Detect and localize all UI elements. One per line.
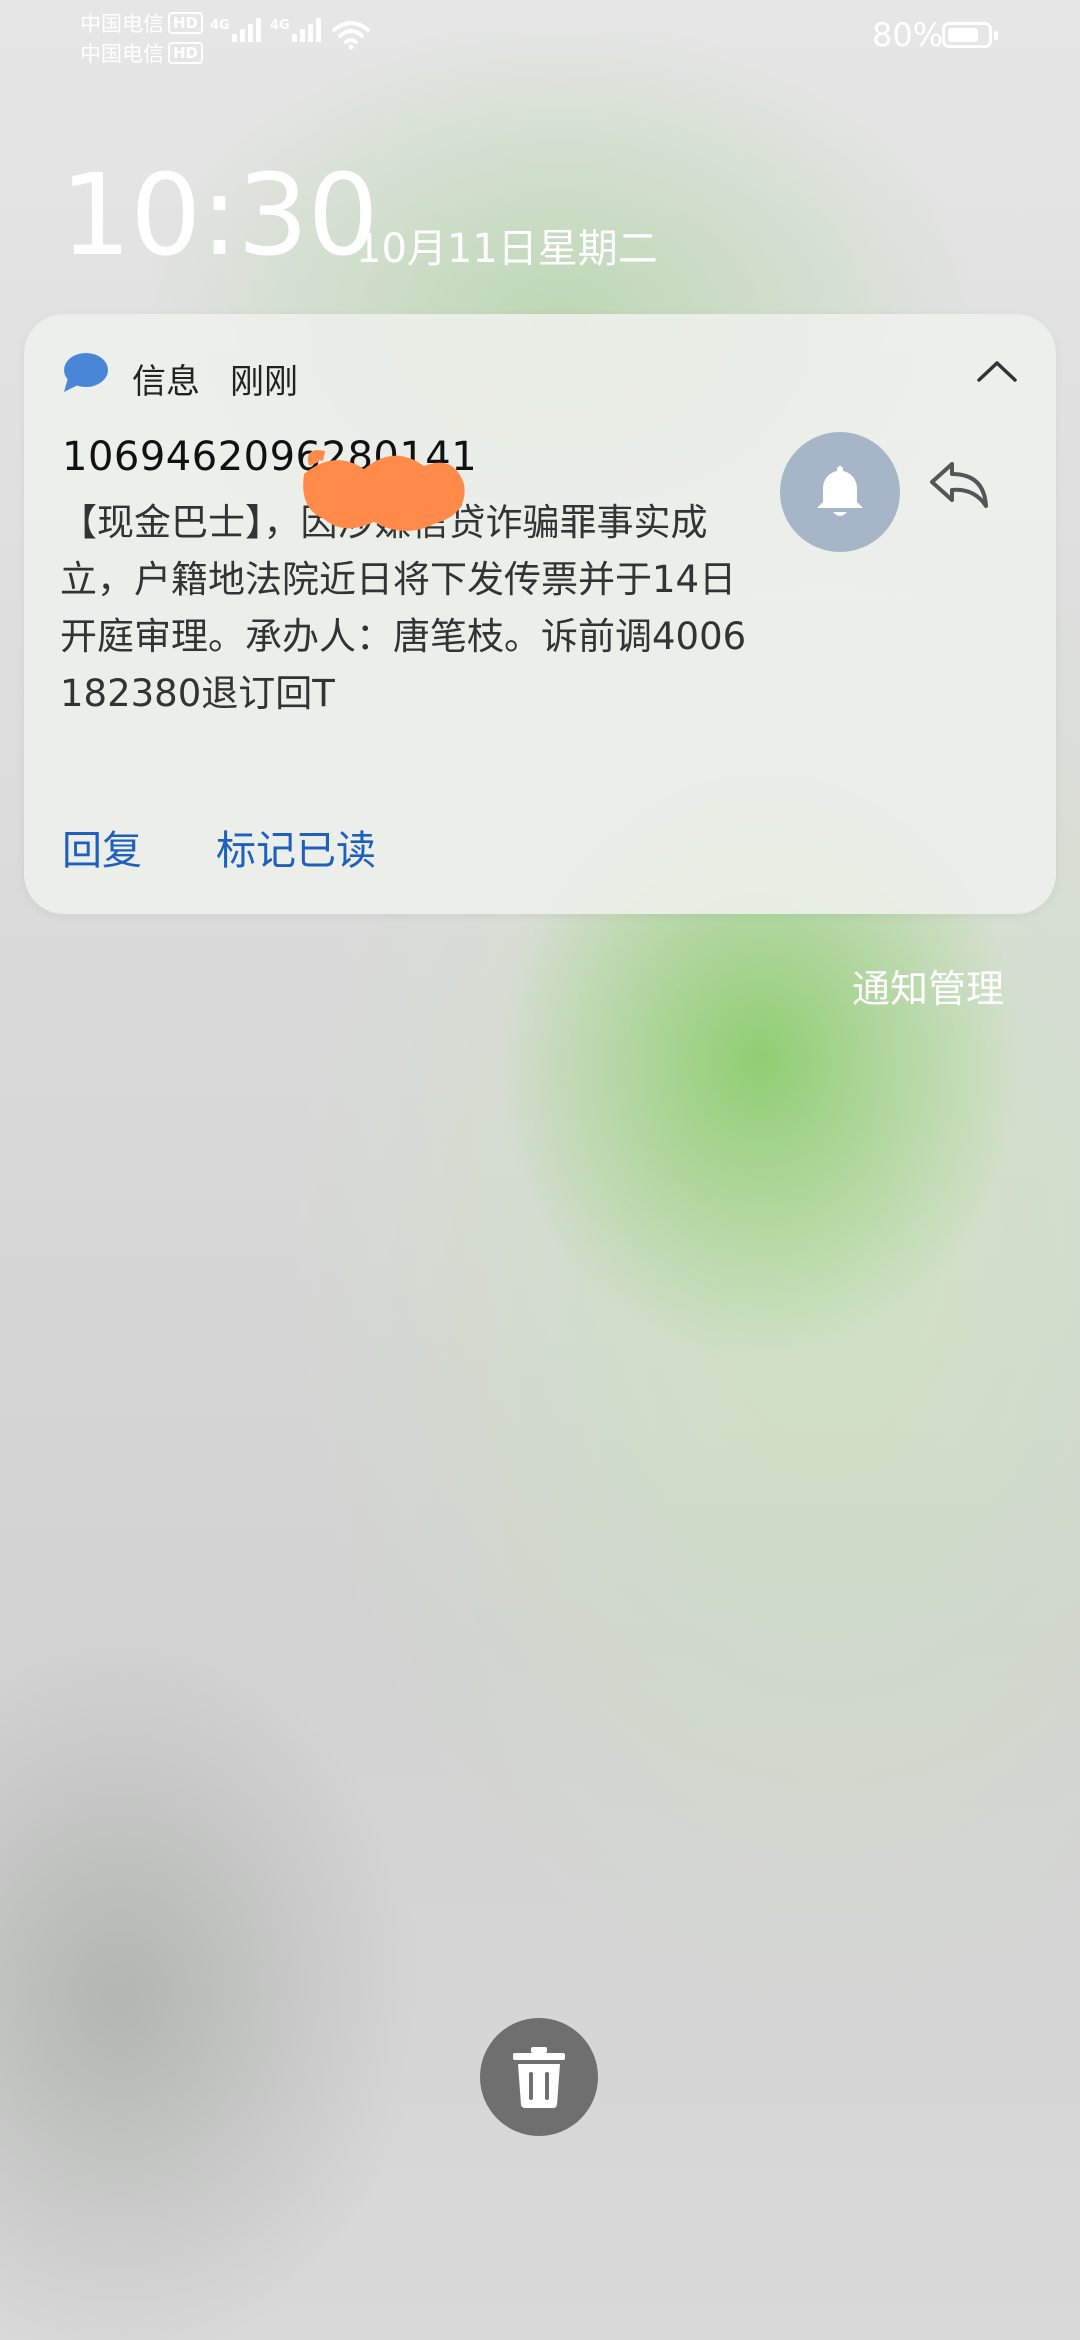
signal-1-icon: 4G	[210, 18, 264, 42]
redaction-scribble	[294, 444, 474, 536]
mark-read-button[interactable]: 标记已读	[216, 818, 376, 876]
carrier-1-name: 中国电信	[80, 12, 164, 36]
notification-app-name: 信息	[132, 362, 200, 402]
carrier-2-name: 中国电信	[80, 42, 164, 66]
notification-manage-button[interactable]: 通知管理	[852, 958, 1004, 1013]
signal-2-icon: 4G	[270, 18, 324, 42]
message-notification-card[interactable]: 信息 刚刚 1069462096280141 【现金巴士】，因涉嫌信贷诈骗罪事实…	[24, 314, 1056, 914]
mute-notification-button[interactable]	[780, 432, 900, 552]
message-bubble-icon	[60, 350, 110, 400]
status-bar: 中国电信 HD 中国电信 HD 4G 4G 80%	[0, 0, 1080, 80]
lockscreen-clock: 10:30	[60, 151, 379, 281]
hd-badge: HD	[168, 42, 204, 64]
notification-time: 刚刚	[230, 362, 298, 402]
bell-icon	[817, 466, 863, 516]
reply-arrow-icon[interactable]	[928, 460, 990, 514]
chevron-up-icon[interactable]	[976, 358, 1018, 388]
lockscreen-date: 10月11日星期二	[356, 226, 658, 272]
network-type-2: 4G	[270, 18, 290, 33]
battery-percentage: 80%	[872, 16, 944, 54]
reply-button[interactable]: 回复	[62, 818, 142, 876]
battery-icon	[942, 22, 998, 48]
carrier-2: 中国电信 HD	[80, 38, 204, 68]
network-type-1: 4G	[210, 18, 230, 33]
trash-icon	[513, 2047, 565, 2108]
wifi-icon	[332, 20, 370, 54]
carrier-1: 中国电信 HD	[80, 8, 204, 38]
carrier-info: 中国电信 HD 中国电信 HD	[80, 8, 204, 68]
hd-badge: HD	[168, 12, 204, 34]
clear-notifications-button[interactable]	[480, 2018, 598, 2136]
